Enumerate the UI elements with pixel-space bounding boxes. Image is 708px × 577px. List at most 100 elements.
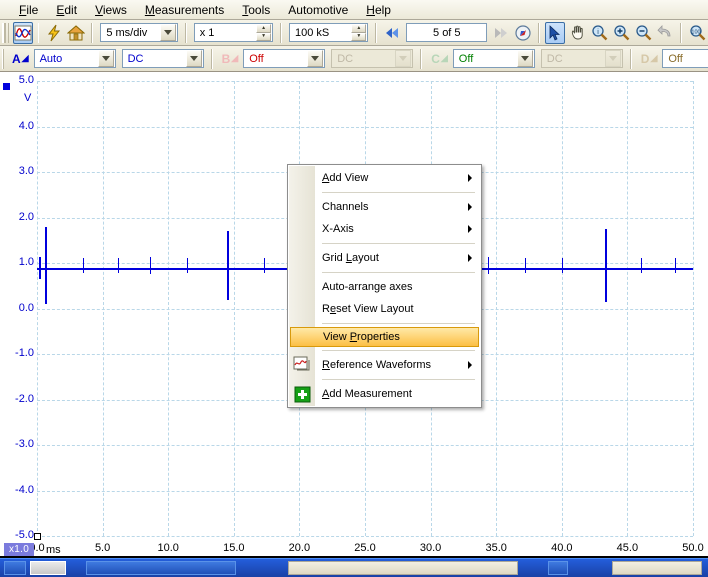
waveform-spike (263, 258, 265, 273)
channel-c-coupling-combo: DC (540, 49, 623, 68)
channel-a-coupling-combo[interactable]: DC (121, 49, 204, 68)
grid-line-horizontal (37, 490, 693, 492)
channel-a-range-combo[interactable]: Auto (33, 49, 116, 68)
context-menu-item-label: Channels (322, 201, 369, 213)
context-menu-item-add-view[interactable]: Add View (288, 167, 481, 189)
y-axis-tick-label: 0.0 (18, 301, 34, 314)
toolbar-grip[interactable] (2, 48, 4, 69)
channels-toolbar: A◢AutoDCB◢OffDCC◢OffDCD◢OffDC (0, 46, 708, 72)
context-menu-item-label: View Properties (323, 331, 400, 343)
waveform-spike (605, 229, 608, 302)
application-window: File Edit Views Measurements Tools Automotive… (0, 0, 708, 577)
context-menu-item-auto-arrange-axes[interactable]: Auto-arrange axes (288, 276, 481, 298)
y-axis-tick-label: 1.0 (18, 256, 34, 268)
probe-icon: ◢ (231, 53, 239, 63)
taskbar-button[interactable] (30, 561, 66, 575)
channel-a-offset-cursor[interactable] (39, 256, 41, 279)
spinner-arrows[interactable]: ▲ ▼ (256, 24, 272, 41)
skip-start-icon[interactable] (382, 22, 402, 44)
skip-forward-icon[interactable] (491, 22, 511, 44)
taskbar-button[interactable] (4, 561, 26, 575)
chevron-down-icon[interactable] (97, 50, 114, 67)
context-menu-item-label: Add Measurement (322, 388, 412, 400)
multiplier-spinner[interactable]: x 1 ▲ ▼ (193, 23, 274, 42)
x-axis-tick-label: 30.0 (419, 542, 442, 554)
windows-taskbar[interactable] (0, 558, 708, 577)
submenu-arrow-icon (468, 203, 472, 211)
taskbar-button[interactable] (612, 561, 702, 575)
waveform-spike (227, 231, 230, 301)
context-menu-separator (322, 379, 475, 380)
channel-coupling-value: DC (127, 52, 144, 65)
menu-item-measurements[interactable]: Measurements (136, 1, 233, 19)
spinner-up-icon[interactable]: ▲ (256, 24, 272, 33)
toolbar-grip[interactable] (2, 22, 9, 43)
context-menu-item-channels[interactable]: Channels (288, 196, 481, 218)
menu-item-automotive[interactable]: Automotive (279, 1, 357, 19)
channel-b-coupling-combo: DC (331, 49, 414, 68)
waveform-spike (674, 258, 676, 273)
context-menu-item-reset-view-layout[interactable]: Reset View Layout (288, 298, 481, 320)
chevron-down-icon[interactable] (516, 50, 533, 67)
zoom-out-icon[interactable] (633, 22, 653, 44)
waveform-icon[interactable] (12, 21, 33, 44)
submenu-arrow-icon (468, 225, 472, 233)
context-menu-item-label: X-Axis (322, 223, 354, 235)
channel-d-range-combo[interactable]: Off (662, 49, 708, 68)
compass-icon[interactable] (513, 22, 533, 44)
y-axis-unit-label: V (24, 92, 32, 104)
undo-arrow-icon[interactable] (655, 22, 675, 44)
svg-text:100: 100 (691, 30, 700, 36)
chevron-down-icon[interactable] (185, 50, 202, 67)
samples-spinner[interactable]: 100 kS ▲ ▼ (288, 23, 369, 42)
channel-b-range-combo[interactable]: Off (243, 49, 326, 68)
home-icon[interactable] (66, 22, 86, 44)
context-menu-item-grid-layout[interactable]: Grid Layout (288, 247, 481, 269)
channel-label-d[interactable]: D ◢ (641, 52, 658, 66)
taskbar-button[interactable] (288, 561, 518, 575)
x-axis-tick-label: 45.0 (616, 542, 639, 554)
channel-range-value: Off (458, 52, 474, 65)
spinner-up-icon[interactable]: ▲ (351, 24, 367, 33)
hand-pan-icon[interactable] (567, 22, 587, 44)
taskbar-button[interactable] (548, 561, 568, 575)
menu-item-tools[interactable]: Tools (233, 1, 279, 19)
spinner-down-icon[interactable]: ▼ (256, 32, 272, 41)
menu-item-views[interactable]: Views (86, 1, 136, 19)
context-menu-item-add-measurement[interactable]: Add Measurement (288, 383, 481, 405)
channel-letter: C (431, 51, 440, 66)
taskbar-button[interactable] (86, 561, 236, 575)
zoom-info-icon[interactable]: i (589, 22, 609, 44)
arrow-pointer-icon[interactable] (545, 21, 566, 44)
timebase-combo[interactable]: 5 ms/div (100, 23, 178, 42)
context-menu-item-label: Add View (322, 172, 369, 184)
spinner-arrows[interactable]: ▲ ▼ (351, 24, 367, 41)
chevron-down-icon[interactable] (307, 50, 324, 67)
zoom-level-badge[interactable]: x1.0 (4, 543, 35, 556)
spinner-down-icon[interactable]: ▼ (351, 32, 367, 41)
channel-label-c[interactable]: C ◢ (431, 52, 448, 66)
y-axis-tick-label: -3.0 (15, 438, 34, 450)
channel-label-a[interactable]: A ◢ (12, 52, 29, 66)
samples-value: 100 kS (294, 26, 330, 39)
context-menu-item-reference-waveforms[interactable]: Reference Waveforms (288, 354, 481, 376)
menu-item-help[interactable]: Help (357, 1, 400, 19)
view-context-menu[interactable]: Add View Channels X-Axis Grid Layout Auto-ar… (287, 164, 482, 408)
menu-item-edit[interactable]: Edit (47, 1, 86, 19)
channel-c-range-combo[interactable]: Off (452, 49, 535, 68)
channel-label-b[interactable]: B ◢ (222, 52, 239, 66)
toolbar-separator (538, 22, 541, 43)
toolbar-separator (680, 22, 683, 43)
zoom-in-icon[interactable] (611, 22, 631, 44)
axis-origin-handle[interactable] (34, 533, 41, 540)
context-menu-item-x-axis[interactable]: X-Axis (288, 218, 481, 240)
zoom-100-icon[interactable]: 100 (687, 22, 707, 44)
channel-range-value: Auto (39, 52, 63, 65)
chevron-down-icon[interactable] (159, 24, 176, 41)
x-axis-unit-label: ms (46, 544, 61, 556)
lightning-bolt-icon[interactable] (44, 22, 64, 44)
buffer-navigation-value[interactable]: 5 of 5 (406, 23, 488, 42)
context-menu-item-view-properties[interactable]: View Properties (290, 327, 479, 347)
menu-item-file[interactable]: File (10, 1, 47, 19)
channel-a-axis-marker[interactable] (3, 83, 10, 90)
